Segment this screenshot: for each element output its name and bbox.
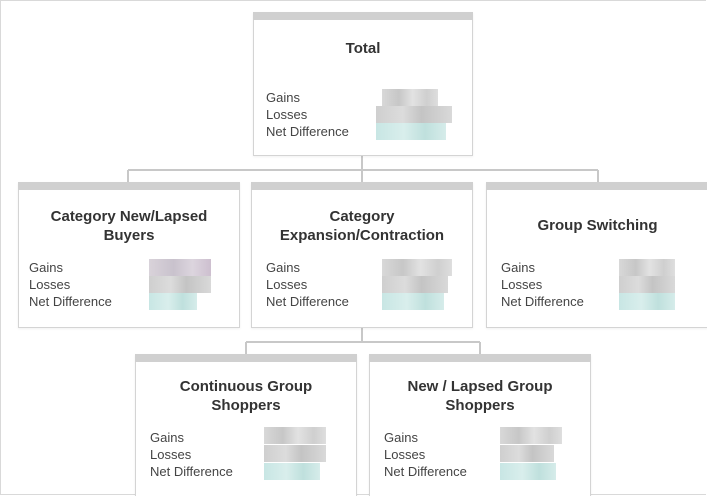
- node-category-new-lapsed-buyers: Category New/Lapsed Buyers Gains Losses …: [18, 182, 240, 328]
- node-metrics: Gains Losses Net Difference: [29, 259, 147, 310]
- gains-label: Gains: [150, 430, 184, 445]
- node-metrics: Gains Losses Net Difference: [150, 429, 268, 480]
- node-metrics: Gains Losses Net Difference: [266, 89, 384, 140]
- losses-label: Losses: [150, 447, 192, 462]
- gains-label: Gains: [266, 90, 300, 105]
- losses-value-redacted: [264, 445, 326, 462]
- title-line-2: Shoppers: [445, 397, 515, 414]
- node-metrics: Gains Losses Net Difference: [501, 259, 619, 310]
- gains-label: Gains: [29, 260, 63, 275]
- node-group-switching: Group Switching Gains Losses Net Differe…: [486, 182, 707, 328]
- net-value-redacted: [619, 293, 675, 310]
- title-line-2: Shoppers: [211, 397, 281, 414]
- title-line-1: Continuous Group: [179, 378, 313, 395]
- losses-label: Losses: [384, 447, 426, 462]
- losses-value-redacted: [382, 276, 448, 293]
- losses-value-redacted: [500, 445, 554, 462]
- title-line-2: Buyers: [103, 227, 155, 244]
- gains-value-redacted: [382, 259, 452, 276]
- losses-label: Losses: [266, 277, 308, 292]
- node-title: Total: [345, 40, 381, 57]
- losses-label: Losses: [501, 277, 543, 292]
- gains-value-redacted: [382, 89, 438, 106]
- node-category-expansion-contraction: Category Expansion/Contraction Gains Los…: [251, 182, 473, 328]
- node-new-lapsed-group-shoppers: New / Lapsed Group Shoppers Gains Losses…: [369, 354, 591, 496]
- gains-value-redacted: [500, 427, 562, 444]
- losses-value-redacted: [619, 276, 675, 293]
- title-line-1: New / Lapsed Group: [407, 378, 553, 395]
- net-value-redacted: [264, 463, 320, 480]
- gains-label: Gains: [501, 260, 535, 275]
- title-line-1: Category: [329, 208, 395, 225]
- losses-value-redacted: [376, 106, 452, 123]
- losses-label: Losses: [29, 277, 71, 292]
- net-value-redacted: [382, 293, 444, 310]
- node-title: Category Expansion/Contraction: [252, 207, 472, 245]
- node-title: Continuous Group Shoppers: [136, 377, 356, 415]
- node-title: Group Switching: [537, 217, 658, 234]
- node-title: New / Lapsed Group Shoppers: [370, 377, 590, 415]
- node-title: Category New/Lapsed Buyers: [19, 207, 239, 245]
- net-difference-label: Net Difference: [384, 464, 467, 479]
- title-line-2: Expansion/Contraction: [279, 227, 445, 244]
- net-difference-label: Net Difference: [266, 124, 349, 139]
- losses-label: Losses: [266, 107, 308, 122]
- gains-value-redacted: [264, 427, 326, 444]
- gains-label: Gains: [384, 430, 418, 445]
- gains-label: Gains: [266, 260, 300, 275]
- node-total: Total Gains Losses Net Difference: [253, 12, 473, 156]
- node-continuous-group-shoppers: Continuous Group Shoppers Gains Losses N…: [135, 354, 357, 496]
- net-value-redacted: [500, 463, 556, 480]
- gains-value-redacted: [619, 259, 675, 276]
- gains-value-redacted: [149, 259, 211, 276]
- net-difference-label: Net Difference: [29, 294, 112, 309]
- net-difference-label: Net Difference: [266, 294, 349, 309]
- net-difference-label: Net Difference: [150, 464, 233, 479]
- net-value-redacted: [149, 293, 197, 310]
- net-value-redacted: [376, 123, 446, 140]
- node-metrics: Gains Losses Net Difference: [384, 429, 502, 480]
- losses-value-redacted: [149, 276, 211, 293]
- net-difference-label: Net Difference: [501, 294, 584, 309]
- node-metrics: Gains Losses Net Difference: [266, 259, 384, 310]
- title-line-1: Category New/Lapsed: [50, 208, 208, 225]
